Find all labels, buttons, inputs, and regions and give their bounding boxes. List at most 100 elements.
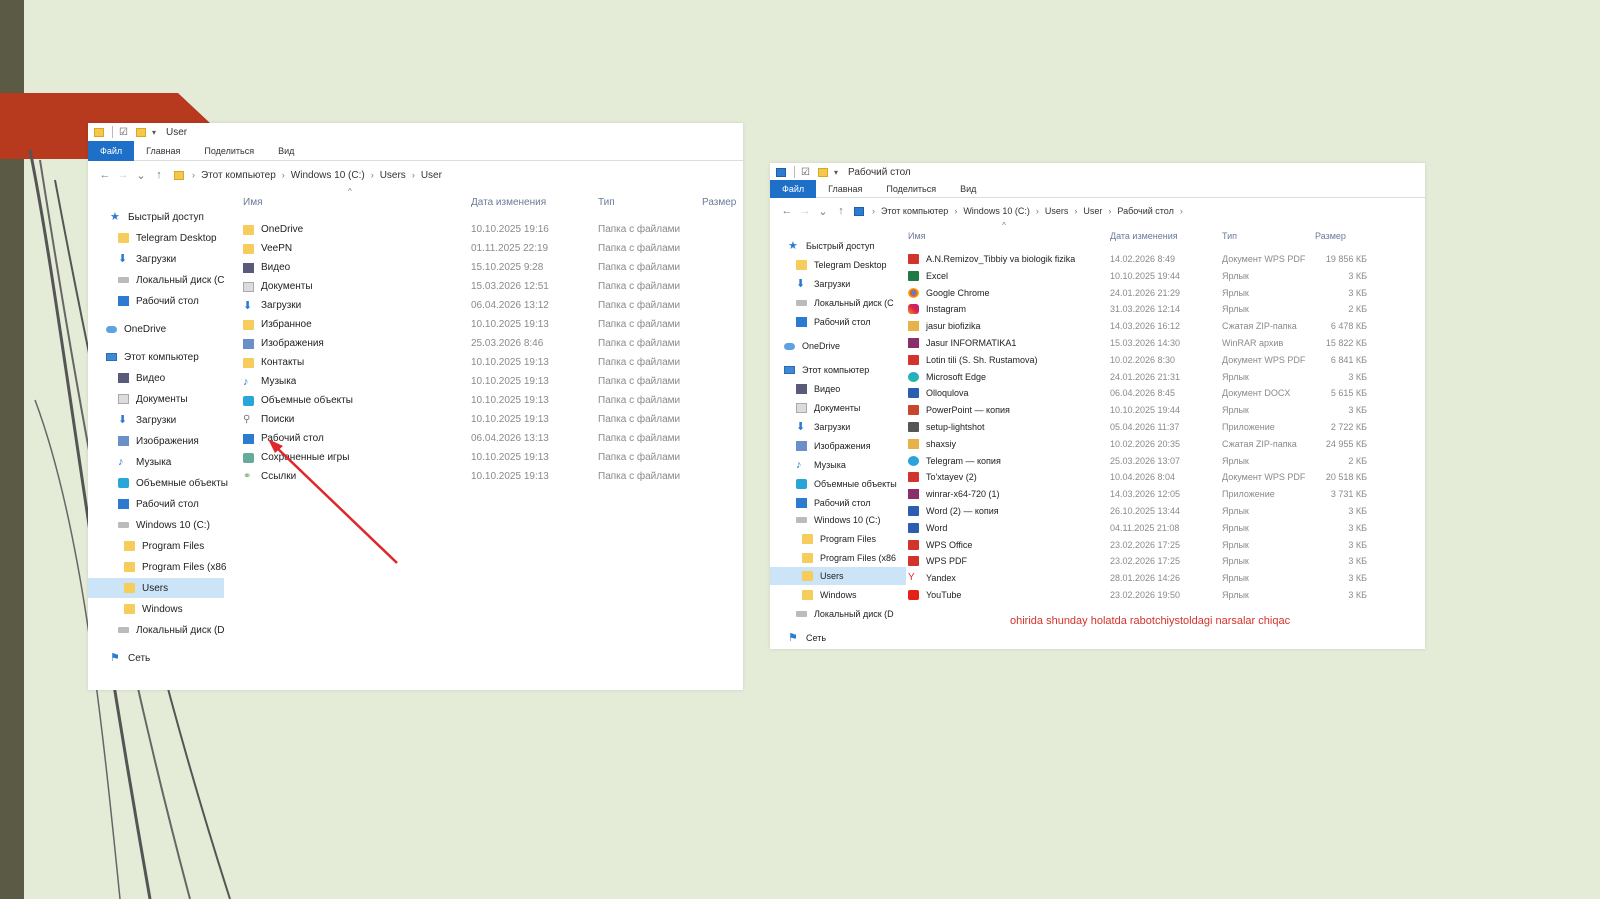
file-row[interactable]: OneDrive 10.10.2025 19:16 Папка с файлами — [88, 221, 743, 239]
column-header-date[interactable]: Дата изменения — [471, 197, 546, 208]
file-row[interactable]: Microsoft Edge 24.01.2026 21:31 Ярлык 3 КБ — [770, 368, 1425, 386]
nav-item-19[interactable]: Локальный диск (D — [770, 605, 910, 623]
breadcrumb-this-pc[interactable]: Этот компьютер — [201, 170, 276, 181]
file-size: 20 518 КБ — [1325, 472, 1367, 483]
file-row[interactable]: Google Chrome 24.01.2026 21:29 Ярлык 3 КБ — [770, 284, 1425, 302]
file-row[interactable]: ⚭ Ссылки 10.10.2025 19:13 Папка с файлами — [88, 468, 743, 486]
drive-icon — [118, 627, 129, 633]
tab-home[interactable]: Главная — [816, 179, 874, 199]
dropdown-arrow-icon[interactable]: ▾ — [152, 128, 156, 137]
file-type: Папка с файлами — [598, 433, 681, 444]
up-arrow-icon[interactable]: ↑ — [152, 169, 166, 181]
column-header-size[interactable]: Размер — [1315, 231, 1346, 241]
file-row[interactable]: ⚲ Поиски 10.10.2025 19:13 Папка с файлами — [88, 411, 743, 429]
file-row[interactable]: Telegram — копия 25.03.2026 13:07 Ярлык 2 К… — [770, 452, 1425, 470]
file-date: 10.10.2025 19:16 — [471, 224, 549, 235]
file-row[interactable]: WPS Office 23.02.2026 17:25 Ярлык 3 КБ — [770, 536, 1425, 554]
file-row[interactable]: Изображения 25.03.2026 8:46 Папка с файлам… — [88, 335, 743, 353]
tab-view[interactable]: Вид — [948, 179, 988, 199]
file-row[interactable]: Избранное 10.10.2025 19:13 Папка с файлами — [88, 316, 743, 334]
tab-share[interactable]: Поделиться — [874, 179, 948, 199]
tab-view[interactable]: Вид — [266, 141, 306, 161]
nav-item-18[interactable]: Windows — [88, 599, 228, 619]
column-header-name[interactable]: Имя — [243, 197, 262, 208]
file-row[interactable]: Olloqulova 06.04.2026 8:45 Документ DOCX 5 … — [770, 384, 1425, 402]
tab-home[interactable]: Главная — [134, 141, 192, 161]
file-row[interactable]: Instagram 31.03.2026 12:14 Ярлык 2 КБ — [770, 300, 1425, 318]
file-row[interactable]: Рабочий стол 06.04.2026 13:13 Папка с файл… — [88, 430, 743, 448]
nav-item-15[interactable]: Program Files — [88, 536, 228, 556]
file-row[interactable]: To'xtayev (2) 10.04.2026 8:04 Документ WPS… — [770, 468, 1425, 486]
file-type: Ярлык — [1222, 539, 1249, 550]
file-type: Ярлык — [1222, 506, 1249, 516]
folder-icon[interactable] — [817, 167, 828, 177]
file-row[interactable]: Word 04.11.2025 21:08 Ярлык 3 КБ — [770, 519, 1425, 537]
file-date: 24.01.2026 21:29 — [1110, 287, 1181, 298]
tab-file[interactable]: Файл — [770, 179, 817, 198]
checkmark-icon[interactable]: ☑ — [801, 167, 810, 178]
file-row[interactable]: ♪ Музыка 10.10.2025 19:13 Папка с файлами — [88, 373, 743, 391]
file-row[interactable]: Объемные объекты 10.10.2025 19:13 Папка с … — [88, 392, 743, 410]
column-header-type[interactable]: Тип — [1222, 231, 1237, 241]
nav-item-19[interactable]: Локальный диск (D — [88, 620, 228, 640]
up-arrow-icon[interactable]: ↑ — [834, 205, 848, 217]
column-header-name[interactable]: Имя — [908, 231, 926, 241]
file-row[interactable]: VeePN 01.11.2025 22:19 Папка с файлами — [88, 240, 743, 258]
file-row[interactable]: ⬇ Загрузки 06.04.2026 13:12 Папка с файлами — [88, 297, 743, 315]
forward-arrow-icon[interactable]: → — [798, 205, 812, 217]
file-row[interactable]: Сохраненные игры 10.10.2025 19:13 Папка с … — [88, 449, 743, 467]
breadcrumb-drive-c[interactable]: Windows 10 (C:) — [291, 170, 365, 181]
file-date: 28.01.2026 14:26 — [1110, 573, 1181, 584]
nav-item-14[interactable]: Windows 10 (C:) — [88, 515, 228, 535]
file-row[interactable]: Видео 15.10.2025 9:28 Папка с файлами — [88, 259, 743, 277]
file-type: Папка с файлами — [598, 357, 681, 368]
breadcrumb-user[interactable]: User — [1083, 206, 1102, 216]
file-row[interactable]: setup-lightshot 05.04.2026 11:37 Приложени… — [770, 418, 1425, 436]
file-type: Ярлык — [1222, 304, 1249, 315]
nav-item-17[interactable]: Users — [88, 578, 224, 598]
nav-item-20[interactable]: ⚑ Сеть — [770, 629, 910, 647]
breadcrumb-user[interactable]: User — [421, 170, 442, 181]
dropdown-arrow-icon[interactable]: ▾ — [834, 168, 838, 177]
folder-icon[interactable] — [135, 127, 146, 137]
checkmark-icon[interactable]: ☑ — [119, 127, 128, 138]
file-row[interactable]: A.N.Remizov_Tibbiy va biologik fizika 14.… — [770, 250, 1425, 268]
back-arrow-icon[interactable]: ← — [780, 205, 794, 217]
file-row[interactable]: Контакты 10.10.2025 19:13 Папка с файлами — [88, 354, 743, 372]
file-row[interactable]: YouTube 23.02.2026 19:50 Ярлык 3 КБ — [770, 586, 1425, 604]
back-arrow-icon[interactable]: ← — [98, 169, 112, 181]
file-row[interactable]: winrar-x64-720 (1) 14.03.2026 12:05 Прилож… — [770, 485, 1425, 503]
file-row[interactable]: jasur biofizika 14.03.2026 16:12 Сжатая ZI… — [770, 317, 1425, 335]
file-row[interactable]: shaxsiy 10.02.2026 20:35 Сжатая ZIP-папка 2… — [770, 435, 1425, 453]
breadcrumb-drive-c[interactable]: Windows 10 (C:) — [963, 206, 1030, 216]
column-header-type[interactable]: Тип — [598, 197, 615, 208]
file-row[interactable]: Документы 15.03.2026 12:51 Папка с файлами — [88, 278, 743, 296]
nav-item-20[interactable]: ⚑ Сеть — [88, 648, 228, 668]
file-row[interactable]: WPS PDF 23.02.2026 17:25 Ярлык 3 КБ — [770, 552, 1425, 570]
file-name-cell: Рабочий стол — [243, 430, 324, 448]
file-row[interactable]: Lotin tili (S. Sh. Rustamova) 10.02.2026 … — [770, 351, 1425, 369]
file-row[interactable]: Y Yandex 28.01.2026 14:26 Ярлык 3 КБ — [770, 569, 1425, 587]
tab-share[interactable]: Поделиться — [192, 141, 266, 161]
breadcrumb-this-pc[interactable]: Этот компьютер — [881, 206, 948, 216]
column-header-date[interactable]: Дата изменения — [1110, 231, 1178, 241]
file-type: Ярлык — [1222, 371, 1249, 382]
column-header-size[interactable]: Размер — [702, 197, 736, 208]
file-row[interactable]: Jasur INFORMATIKA1 15.03.2026 14:30 WinRAR… — [770, 334, 1425, 352]
file-row[interactable]: PowerPoint — копия 10.10.2025 19:44 Ярлык 3… — [770, 401, 1425, 419]
file-row[interactable]: Word (2) — копия 26.10.2025 13:44 Ярлык 3 К… — [770, 502, 1425, 520]
nav-item-13[interactable]: Рабочий стол — [88, 494, 228, 514]
file-name: Ссылки — [261, 471, 297, 482]
file-name: YouTube — [926, 590, 962, 600]
nav-item-16[interactable]: Program Files (x86 — [88, 557, 228, 577]
recent-dropdown-icon[interactable]: ⌄ — [134, 169, 148, 182]
recent-dropdown-icon[interactable]: ⌄ — [816, 205, 830, 218]
forward-arrow-icon[interactable]: → — [116, 169, 130, 181]
pdf-icon — [908, 254, 919, 264]
tab-file[interactable]: Файл — [88, 140, 135, 161]
breadcrumb-desktop[interactable]: Рабочий стол — [1117, 206, 1174, 216]
breadcrumb-users[interactable]: Users — [1045, 206, 1069, 216]
breadcrumb-users[interactable]: Users — [380, 170, 406, 181]
file-name: Избранное — [261, 319, 312, 330]
file-row[interactable]: Excel 10.10.2025 19:44 Ярлык 3 КБ — [770, 267, 1425, 285]
